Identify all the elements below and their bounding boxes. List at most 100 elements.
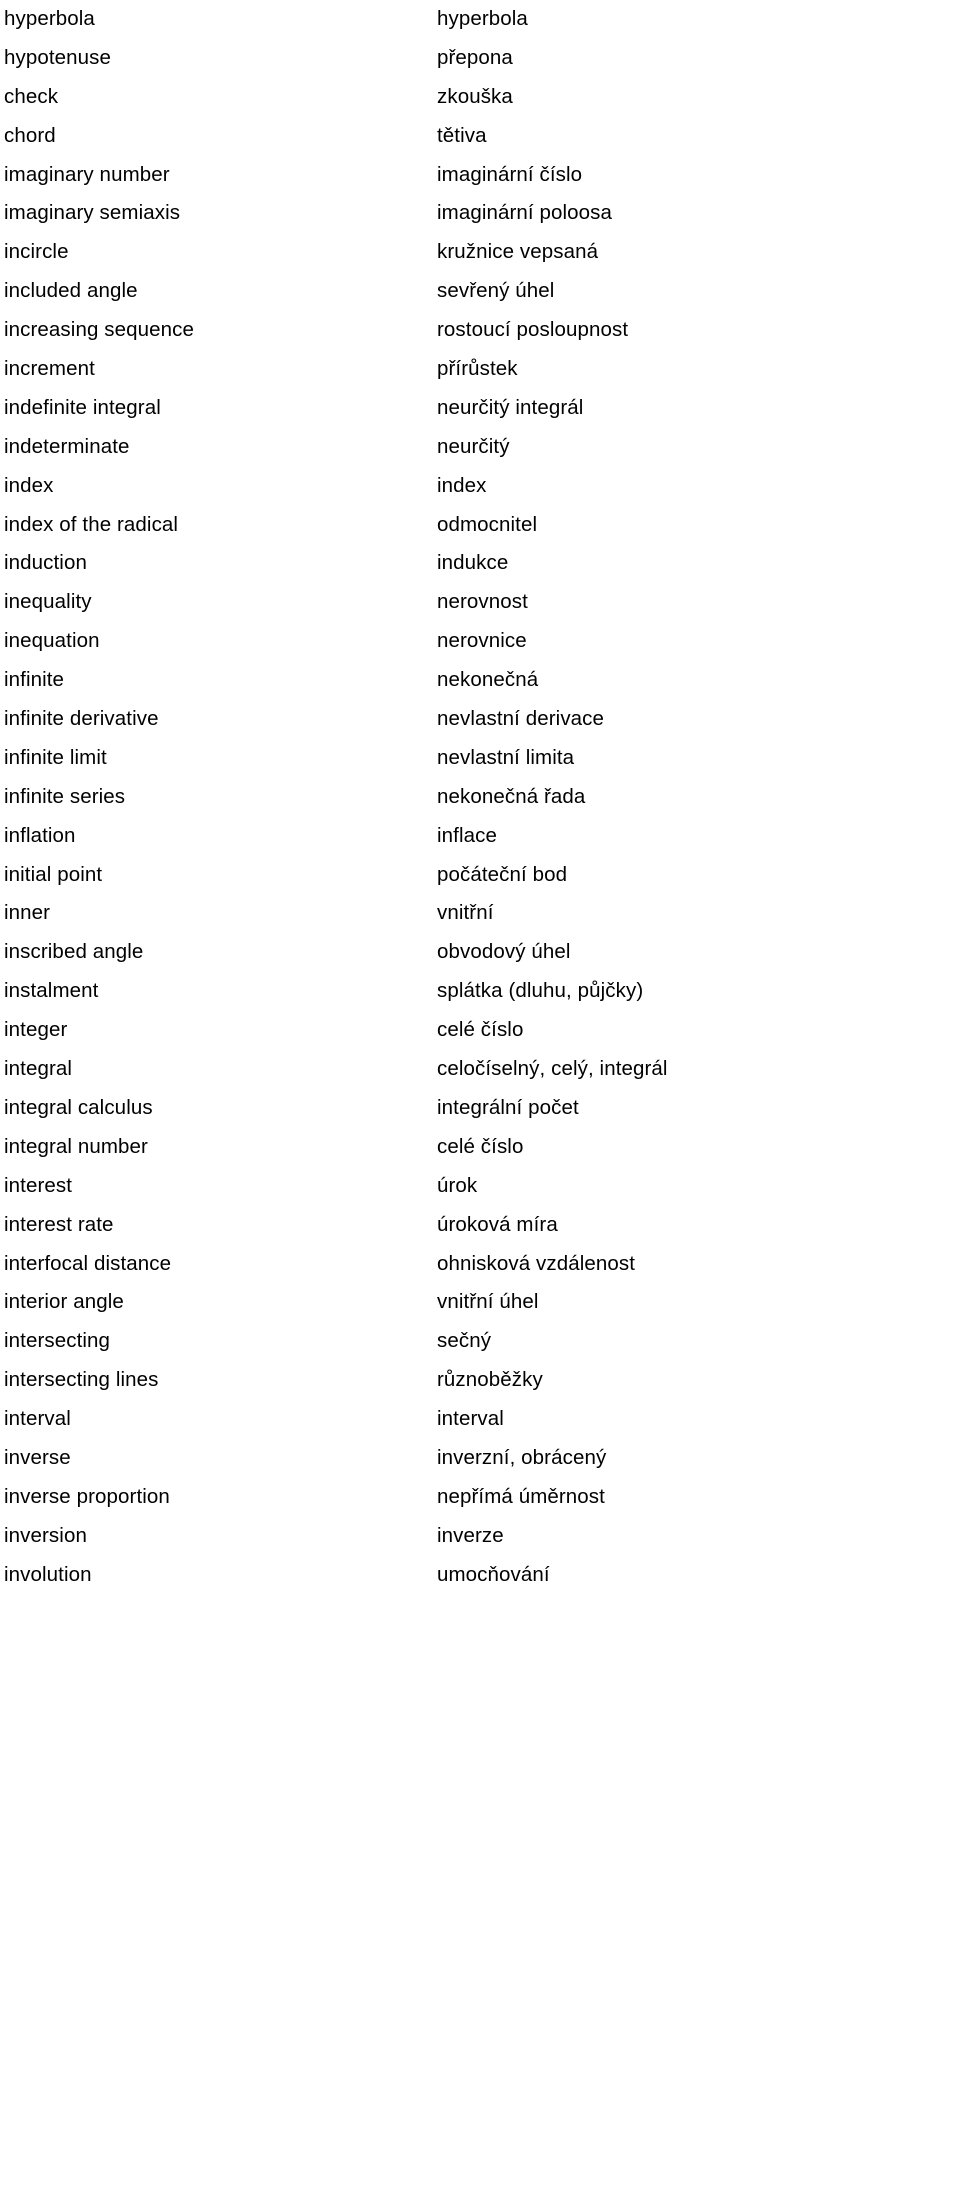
glossary-row: inverse inverzní, obrácený (0, 1439, 960, 1478)
glossary-term: intersecting lines (4, 1368, 159, 1392)
glossary-term: induction (4, 551, 87, 575)
glossary-row: indefinite integral neurčitý integrál (0, 389, 960, 428)
glossary-term: interior angle (4, 1290, 124, 1314)
glossary-row: inequation nerovnice (0, 622, 960, 661)
glossary-term: inscribed angle (4, 940, 144, 964)
glossary-row: chord tětiva (0, 117, 960, 156)
glossary-translation: sevřený úhel (437, 279, 555, 303)
glossary-row: intersecting lines různoběžky (0, 1361, 960, 1400)
glossary-translation: celočíselný, celý, integrál (437, 1057, 668, 1081)
glossary-term: hyperbola (4, 7, 95, 30)
glossary-translation: integrální počet (437, 1095, 579, 1119)
glossary-term: integer (4, 1018, 68, 1042)
glossary-translation: neurčitý integrál (437, 395, 584, 419)
glossary-term: index of the radical (4, 512, 179, 536)
glossary-row: increasing sequence rostoucí posloupnost (0, 311, 960, 350)
glossary-term: instalment (4, 979, 99, 1003)
glossary-translation: tětiva (437, 123, 487, 147)
glossary-row: inscribed angle obvodový úhel (0, 933, 960, 972)
glossary-translation: různoběžky (437, 1368, 543, 1392)
glossary-row: check zkouška (0, 78, 960, 117)
glossary-translation: imaginární poloosa (437, 201, 613, 225)
glossary-term: imaginary semiaxis (4, 201, 181, 225)
glossary-row: infinite nekonečná (0, 661, 960, 700)
glossary-term: infinite derivative (4, 707, 159, 731)
glossary-row: interfocal distance ohnisková vzdálenost (0, 1245, 960, 1284)
glossary-row: included angle sevřený úhel (0, 272, 960, 311)
glossary-row: intersecting sečný (0, 1322, 960, 1361)
glossary-translation: inverzní, obrácený (437, 1445, 607, 1469)
glossary-row: increment přírůstek (0, 350, 960, 389)
glossary-translation: odmocnitel (437, 512, 538, 536)
glossary-translation: obvodový úhel (437, 940, 571, 964)
glossary-row: inflation inflace (0, 817, 960, 856)
glossary-translation: zkouška (437, 84, 513, 108)
glossary-row: interest rate úroková míra (0, 1206, 960, 1245)
glossary-translation: nevlastní derivace (437, 707, 605, 731)
glossary-term: indeterminate (4, 434, 130, 458)
glossary-term: integral (4, 1057, 73, 1081)
glossary-translation: kružnice vepsaná (437, 240, 599, 264)
glossary-row: imaginary number imaginární číslo (0, 156, 960, 195)
glossary-translation: přepona (437, 45, 513, 69)
glossary-row: instalment splátka (dluhu, půjčky) (0, 972, 960, 1011)
glossary-term: indefinite integral (4, 395, 161, 419)
glossary-term: included angle (4, 279, 138, 303)
glossary-translation: index (437, 473, 487, 497)
glossary-row: hypotenuse přepona (0, 39, 960, 78)
glossary-translation: neurčitý (437, 434, 510, 458)
glossary-term: inflation (4, 823, 76, 847)
glossary-row: interval interval (0, 1400, 960, 1439)
glossary-term: hypotenuse (4, 45, 112, 69)
glossary-translation: imaginární číslo (437, 162, 583, 186)
glossary-term: integral calculus (4, 1095, 153, 1119)
glossary-translation: hyperbola (437, 7, 528, 30)
glossary-translation: celé číslo (437, 1134, 524, 1158)
glossary-term: chord (4, 123, 56, 147)
glossary-term: intersecting (4, 1329, 111, 1353)
glossary-term: infinite series (4, 784, 126, 808)
glossary-row: incircle kružnice vepsaná (0, 233, 960, 272)
glossary-term: infinite (4, 668, 65, 692)
glossary-row: integral number celé číslo (0, 1128, 960, 1167)
glossary-term: increasing sequence (4, 318, 194, 342)
glossary-translation: inflace (437, 823, 497, 847)
glossary-translation: sečný (437, 1329, 492, 1353)
glossary-row: index of the radical odmocnitel (0, 506, 960, 545)
glossary-translation: přírůstek (437, 357, 518, 381)
glossary-row: integral calculus integrální počet (0, 1089, 960, 1128)
glossary-row: induction indukce (0, 544, 960, 583)
glossary-term: index (4, 473, 54, 497)
glossary-row: inversion inverze (0, 1517, 960, 1556)
glossary-translation: inverze (437, 1523, 504, 1547)
glossary-term: inverse (4, 1445, 71, 1469)
glossary-term: interest (4, 1173, 73, 1197)
glossary-row: integral celočíselný, celý, integrál (0, 1050, 960, 1089)
glossary-translation: nepřímá úměrnost (437, 1484, 605, 1508)
glossary-row: imaginary semiaxis imaginární poloosa (0, 194, 960, 233)
glossary-translation: indukce (437, 551, 509, 575)
glossary-term: integral number (4, 1134, 148, 1158)
glossary-term: imaginary number (4, 162, 170, 186)
glossary-term: interfocal distance (4, 1251, 172, 1275)
glossary-term: inequality (4, 590, 92, 614)
glossary-row: initial point počáteční bod (0, 856, 960, 895)
glossary-translation: nevlastní limita (437, 745, 575, 769)
glossary-row: inverse proportion nepřímá úměrnost (0, 1478, 960, 1517)
glossary-row: indeterminate neurčitý (0, 428, 960, 467)
glossary-term: inequation (4, 629, 100, 653)
glossary-term: increment (4, 357, 95, 381)
glossary-row: inner vnitřní (0, 894, 960, 933)
glossary-translation: umocňování (437, 1562, 550, 1586)
glossary-translation: vnitřní úhel (437, 1290, 539, 1314)
glossary-row: inequality nerovnost (0, 583, 960, 622)
glossary-translation: nerovnost (437, 590, 528, 614)
glossary-term: inverse proportion (4, 1484, 170, 1508)
glossary-translation: rostoucí posloupnost (437, 318, 629, 342)
glossary-row: interior angle vnitřní úhel (0, 1283, 960, 1322)
glossary-row: infinite derivative nevlastní derivace (0, 700, 960, 739)
glossary-translation: nekonečná řada (437, 784, 586, 808)
glossary-translation: počáteční bod (437, 862, 568, 886)
glossary-row: involution umocňování (0, 1556, 960, 1595)
glossary-translation: ohnisková vzdálenost (437, 1251, 636, 1275)
